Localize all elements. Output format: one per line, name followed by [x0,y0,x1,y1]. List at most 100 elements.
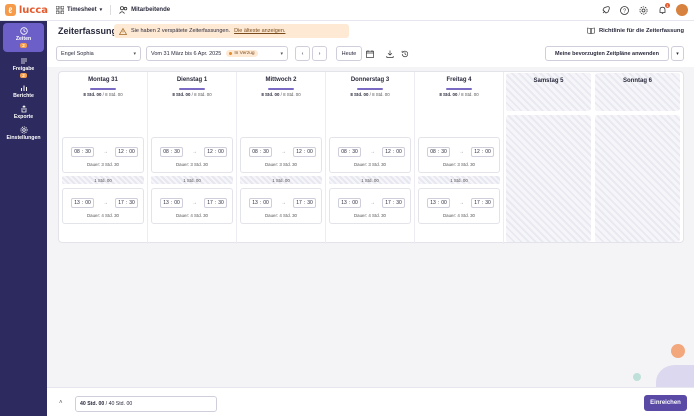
history-icon[interactable] [400,49,410,59]
employee-select[interactable]: Engel Sophia ▾ [56,46,141,61]
arrow-right-icon: → [192,149,197,155]
time-input[interactable]: 08:30 [71,147,94,157]
day-name: Samstag 5 [533,78,564,84]
pause-block[interactable]: 1 Std. 00 [62,176,144,184]
alert-link[interactable]: Die älteste anzeigen. [234,28,285,34]
divider [110,5,112,15]
time-input[interactable]: 17:30 [382,198,405,208]
day-total: 8 Std. 00 / 8 Std. 00 [350,92,390,97]
time-slot-afternoon: 13:00 → 17:30 Dauer: 4 Std. 30 [418,188,500,224]
help-icon[interactable]: ? [619,5,630,16]
slot-duration: Dauer: 3 Std. 30 [176,162,208,167]
day-column-0: Montag 31 8 Std. 00 / 8 Std. 00 08:30 → 12:0… [59,72,148,244]
time-input[interactable]: 08:30 [160,147,183,157]
day-progress-bar [268,88,294,90]
time-input[interactable]: 12:00 [204,147,227,157]
arrow-right-icon: → [370,200,375,206]
submit-button[interactable]: Einreichen [644,395,687,411]
sidebar-item-freigabe[interactable]: Freigabe 2 [0,54,47,81]
pause-label: 1 Std. 00 [94,177,112,183]
time-hours: 08 [252,149,258,155]
time-input[interactable]: 13:00 [160,198,183,208]
time-input[interactable]: 13:00 [71,198,94,208]
day-total-target: 8 Std. 00 [283,92,301,97]
day-column-3: Donnerstag 3 8 Std. 00 / 8 Std. 00 08:30 → 1… [326,72,415,244]
employees-label: Mitarbeitende [131,7,171,13]
pause-block[interactable]: 1 Std. 00 [240,176,322,184]
sidebar-item-exporte[interactable]: Exporte [0,102,47,123]
time-input[interactable]: 08:30 [338,147,361,157]
time-hours: 17 [118,200,124,206]
pause-block[interactable]: 1 Std. 00 [151,176,233,184]
time-input[interactable]: 12:00 [382,147,405,157]
time-input[interactable]: 12:00 [115,147,138,157]
app-switcher[interactable]: Timesheet ▾ [56,6,102,14]
more-options-button[interactable]: ▾ [671,46,684,61]
today-button[interactable]: Heute [336,46,362,61]
day-progress-bar [357,88,383,90]
time-colon: : [81,200,84,206]
time-minutes: 00 [263,200,269,206]
calendar-icon[interactable] [365,49,375,59]
arrow-right-icon: → [281,149,286,155]
time-minutes: 30 [441,149,447,155]
time-slot-morning: 08:30 → 12:00 Dauer: 3 Std. 30 [62,137,144,173]
time-input[interactable]: 08:30 [249,147,272,157]
time-hours: 13 [163,200,169,206]
time-hours: 12 [296,149,302,155]
time-input[interactable]: 17:30 [115,198,138,208]
avatar[interactable] [676,4,688,16]
employees-link[interactable]: Mitarbeitende [119,6,170,14]
time-input[interactable]: 13:00 [338,198,361,208]
next-week-button[interactable]: › [312,46,327,61]
book-icon [587,27,595,34]
settings-gear-icon[interactable] [638,5,649,16]
day-total-target: 8 Std. 00 [461,92,479,97]
time-hours: 17 [474,200,480,206]
pause-block[interactable]: 1 Std. 00 [329,176,411,184]
download-icon[interactable] [385,49,395,59]
weekend-column-0: Samstag 5 [506,73,591,243]
sidebar-item-berichte[interactable]: Berichte [0,81,47,102]
late-entries-alert: Sie haben 2 verspätete Zeiterfassungen. … [114,24,349,38]
time-input[interactable]: 13:00 [427,198,450,208]
time-minutes: 30 [352,149,358,155]
time-colon: : [125,200,128,206]
arrow-right-icon: → [459,200,464,206]
time-input[interactable]: 12:00 [293,147,316,157]
time-minutes: 00 [129,149,135,155]
time-colon: : [437,149,440,155]
time-input[interactable]: 17:30 [204,198,227,208]
time-input[interactable]: 12:00 [471,147,494,157]
sidebar-item-einstellungen[interactable]: Einstellungen [0,123,47,144]
previous-week-button[interactable]: ‹ [295,46,310,61]
rocket-icon[interactable] [600,5,611,16]
apply-preferred-schedules-button[interactable]: Meine bevorzugten Zeitpläne anwenden [545,46,669,61]
policy-link[interactable]: Richtlinie für die Zeiterfassung [587,27,684,34]
day-column-2: Mittwoch 28 Std. 00 / 8 Std. 00 08:30 → 12:… [237,72,326,244]
chevron-down-icon: ▾ [133,51,136,57]
lucca-logo[interactable]: ℓ lucca [0,4,48,16]
sidebar-item-zeiten[interactable]: Zeiten 2 [3,23,44,52]
time-input[interactable]: 17:30 [293,198,316,208]
chevron-up-icon[interactable]: ˄ [59,400,63,406]
day-total: 8 Std. 00 / 8 Std. 00 [172,92,212,97]
pause-block[interactable]: 1 Std. 00 [418,176,500,184]
pause-label: 1 Std. 00 [183,177,201,183]
svg-text:?: ? [623,8,626,14]
time-minutes: 00 [307,149,313,155]
time-input[interactable]: 08:30 [427,147,450,157]
slot-duration: Dauer: 4 Std. 30 [265,213,297,218]
day-progress-bar [179,88,205,90]
time-input[interactable]: 17:30 [471,198,494,208]
day-name: Freitag 4 [446,77,472,83]
status-dot-icon [229,52,233,55]
day-name: Donnerstag 3 [350,77,390,83]
day-column-4: Freitag 48 Std. 00 / 8 Std. 00 08:30 → 12:0… [415,72,504,244]
period-select[interactable]: Vom 31 März bis 6 Apr. 2025 In Verzug ▾ [146,46,288,61]
sidebar-item-label: Freigabe [12,66,35,72]
time-input[interactable]: 13:00 [249,198,272,208]
bell-icon[interactable]: 1 [657,2,670,16]
time-colon: : [303,200,306,206]
time-hours: 08 [163,149,169,155]
